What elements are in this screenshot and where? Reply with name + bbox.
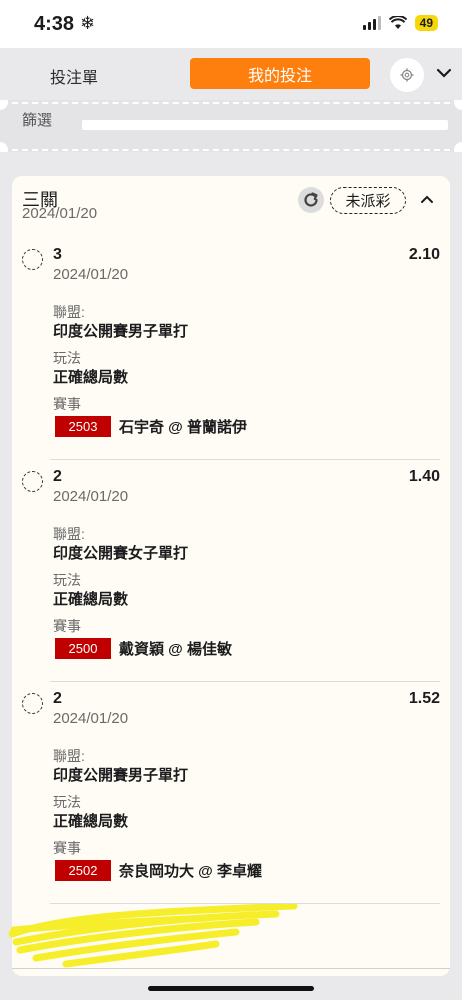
divider	[12, 102, 450, 104]
battery-indicator: 49	[414, 15, 438, 31]
wifi-icon	[388, 16, 407, 29]
status-time: 4:38	[34, 13, 75, 35]
snowflake-icon: ❄	[80, 13, 96, 33]
chevron-down-icon[interactable]	[436, 67, 452, 79]
leg-status-icon	[22, 471, 43, 492]
match-label: 賽事	[53, 618, 81, 634]
match-name: 石宇奇 @ 普蘭諾伊	[119, 419, 247, 436]
market-name: 正確總局數	[53, 369, 129, 386]
match-id-badge: 2503	[55, 416, 111, 437]
leg-selection: 3	[53, 246, 62, 263]
bet-date: 2024/01/20	[22, 205, 98, 222]
refresh-button[interactable]	[298, 187, 324, 213]
ticket-notch	[0, 142, 8, 152]
match-row: 2500 戴資穎 @ 楊佳敏	[55, 638, 232, 659]
home-indicator[interactable]	[148, 986, 314, 991]
ticket-notch	[0, 100, 8, 110]
match-name: 戴資穎 @ 楊佳敏	[119, 641, 232, 658]
match-id-badge: 2502	[55, 860, 111, 881]
leg-status-icon	[22, 249, 43, 270]
leg-date: 2024/01/20	[53, 488, 129, 505]
redaction-scribble	[8, 904, 298, 968]
league-label: 聯盟:	[53, 526, 85, 542]
leg-selection: 2	[53, 468, 62, 485]
gear-icon	[400, 68, 414, 82]
market-label: 玩法	[53, 350, 81, 366]
market-name: 正確總局數	[53, 591, 129, 608]
market-name: 正確總局數	[53, 813, 129, 830]
match-label: 賽事	[53, 840, 81, 856]
match-name: 奈良岡功大 @ 李卓耀	[119, 863, 262, 880]
league-label: 聯盟:	[53, 304, 85, 320]
leg-odds: 1.52	[408, 690, 440, 707]
filter-input[interactable]	[82, 120, 448, 130]
bet-leg: 2 1.52 2024/01/20 聯盟: 印度公開賽男子單打 玩法 正確總局數…	[12, 682, 450, 904]
match-label: 賽事	[53, 396, 81, 412]
league-name: 印度公開賽女子單打	[53, 545, 189, 562]
divider	[12, 968, 450, 969]
status-indicators: 49	[362, 15, 438, 31]
market-label: 玩法	[53, 794, 81, 810]
match-row: 2502 奈良岡功大 @ 李卓耀	[55, 860, 262, 881]
tab-my-bets[interactable]: 我的投注	[190, 58, 370, 89]
leg-odds: 2.10	[408, 246, 440, 263]
league-label: 聯盟:	[53, 748, 85, 764]
cellular-signal-icon	[362, 16, 381, 30]
match-row: 2503 石宇奇 @ 普蘭諾伊	[55, 416, 247, 437]
ticket-notch	[454, 142, 462, 152]
leg-status-icon	[22, 693, 43, 714]
bet-leg: 2 1.40 2024/01/20 聯盟: 印度公開賽女子單打 玩法 正確總局數…	[12, 460, 450, 682]
leg-odds: 1.40	[408, 468, 440, 485]
status-bar: 4:38 ❄ 49	[0, 0, 462, 48]
filter-bar: 篩選	[0, 100, 462, 152]
tab-bet-slip[interactable]: 投注單	[50, 64, 98, 88]
ticket-notch	[454, 100, 462, 110]
bet-leg: 3 2.10 2024/01/20 聯盟: 印度公開賽男子單打 玩法 正確總局數…	[12, 238, 450, 460]
market-label: 玩法	[53, 572, 81, 588]
match-id-badge: 2500	[55, 638, 111, 659]
divider	[12, 149, 450, 151]
filter-label: 篩選	[22, 112, 53, 129]
leg-date: 2024/01/20	[53, 710, 129, 727]
leg-date: 2024/01/20	[53, 266, 129, 283]
chevron-up-icon[interactable]	[420, 194, 434, 204]
league-name: 印度公開賽男子單打	[53, 323, 189, 340]
leg-selection: 2	[53, 690, 62, 707]
settings-button[interactable]	[390, 58, 424, 92]
league-name: 印度公開賽男子單打	[53, 767, 189, 784]
refresh-icon	[304, 192, 318, 207]
status-badge: 未派彩	[330, 187, 406, 214]
bet-card: 三關 2024/01/20 未派彩 3 2.10 2024/01/20 聯盟: …	[12, 176, 450, 976]
